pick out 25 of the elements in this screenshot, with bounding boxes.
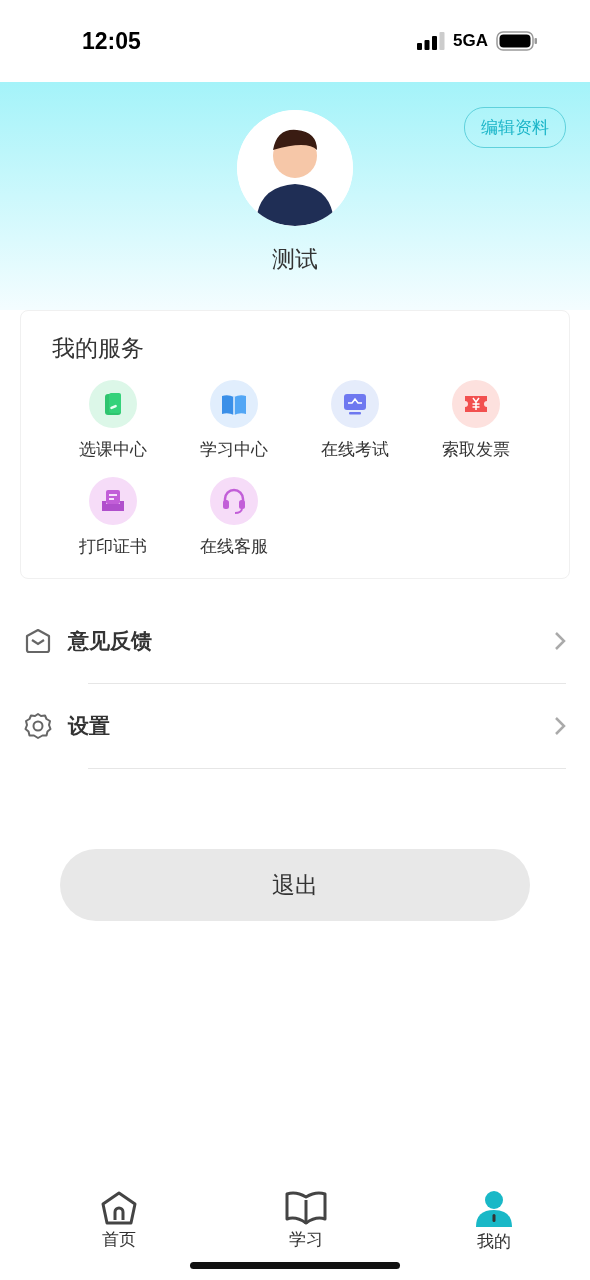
user-name: 测试: [272, 245, 318, 274]
logout-button[interactable]: 退出: [60, 849, 530, 921]
settings-icon: [24, 712, 52, 740]
book-icon: [284, 1190, 328, 1226]
status-time: 12:05: [82, 27, 142, 55]
person-icon: [474, 1190, 514, 1228]
chevron-right-icon: [554, 631, 566, 651]
menu-item[interactable]: 意见反馈: [24, 599, 566, 683]
tab-item[interactable]: 学习: [284, 1190, 328, 1270]
envelope-icon: [24, 628, 52, 654]
battery-icon: [496, 31, 538, 51]
tab-item[interactable]: 首页: [100, 1190, 138, 1270]
home-icon: [100, 1190, 138, 1226]
menu-item[interactable]: 设置: [24, 684, 566, 768]
network-label: 5GA: [453, 31, 488, 51]
section-title: 我的服务: [52, 334, 145, 363]
chevron-right-icon: [554, 716, 566, 736]
service-item[interactable]: 打印证书: [52, 477, 173, 558]
service-item[interactable]: 学习中心: [173, 380, 294, 461]
service-item[interactable]: 选课中心: [52, 380, 173, 461]
tab-item[interactable]: 我的: [474, 1190, 514, 1270]
service-item[interactable]: 在线考试: [294, 380, 415, 461]
signal-icon: [417, 32, 446, 50]
service-item[interactable]: 索取发票: [415, 380, 536, 461]
service-item[interactable]: 在线客服: [173, 477, 294, 558]
